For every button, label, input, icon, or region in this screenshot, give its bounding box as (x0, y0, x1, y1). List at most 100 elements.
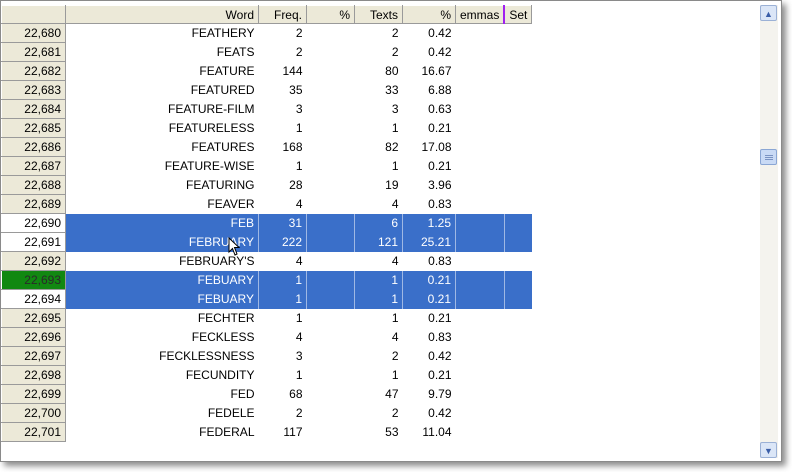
set-cell[interactable] (504, 347, 532, 366)
row-number-cell[interactable]: 22,697 (1, 346, 66, 366)
row-number-cell[interactable]: 22,701 (1, 422, 66, 442)
set-cell[interactable] (503, 289, 532, 309)
table-row[interactable]: 22,699 FED 68 47 9.79 (1, 384, 532, 404)
freq-cell[interactable]: 1 (258, 270, 307, 290)
freq-cell[interactable]: 35 (259, 81, 307, 100)
freq-cell[interactable]: 4 (259, 252, 307, 271)
texts-percent-cell[interactable]: 25.21 (402, 232, 456, 252)
table-row[interactable]: 22,692 FEBRUARY'S 4 4 0.83 (1, 251, 532, 271)
texts-percent-cell[interactable]: 3.96 (403, 176, 456, 195)
texts-percent-cell[interactable]: 0.21 (402, 289, 456, 309)
freq-cell[interactable]: 2 (259, 24, 307, 43)
texts-cell[interactable]: 1 (354, 270, 403, 290)
word-cell[interactable]: FEBUARY (65, 289, 259, 309)
texts-cell[interactable]: 1 (355, 366, 403, 385)
row-number-cell[interactable]: 22,695 (1, 308, 66, 328)
table-row[interactable]: 22,698 FECUNDITY 1 1 0.21 (1, 365, 532, 385)
row-number-cell[interactable]: 22,694 (1, 289, 66, 309)
freq-percent-cell[interactable] (307, 43, 355, 62)
word-cell[interactable]: FEATURE (66, 62, 259, 81)
table-row[interactable]: 22,694 FEBUARY 1 1 0.21 (1, 289, 532, 309)
set-cell[interactable] (504, 366, 532, 385)
word-cell[interactable]: FECKLESSNESS (66, 347, 259, 366)
scroll-thumb[interactable] (760, 149, 777, 165)
row-number-cell[interactable]: 22,698 (1, 365, 66, 385)
lemmas-cell[interactable] (456, 62, 505, 81)
word-cell[interactable]: FECKLESS (66, 328, 259, 347)
texts-percent-cell[interactable]: 6.88 (403, 81, 456, 100)
row-number-header[interactable] (1, 5, 66, 24)
table-row[interactable]: 22,687 FEATURE-WISE 1 1 0.21 (1, 156, 532, 176)
freq-cell[interactable]: 222 (258, 232, 307, 252)
texts-percent-cell[interactable]: 0.42 (403, 404, 456, 423)
table-row[interactable]: 22,689 FEAVER 4 4 0.83 (1, 194, 532, 214)
word-cell[interactable]: FECUNDITY (66, 366, 259, 385)
freq-percent-cell[interactable] (307, 24, 355, 43)
table-row[interactable]: 22,685 FEATURELESS 1 1 0.21 (1, 118, 532, 138)
lemmas-cell[interactable] (456, 81, 505, 100)
word-cell[interactable]: FEAVER (66, 195, 259, 214)
texts-percent-cell[interactable]: 16.67 (403, 62, 456, 81)
freq-percent-cell[interactable] (307, 138, 355, 157)
set-cell[interactable] (504, 195, 532, 214)
word-cell[interactable]: FECHTER (66, 309, 259, 328)
lemmas-cell[interactable] (456, 385, 505, 404)
word-cell[interactable]: FEATURELESS (66, 119, 259, 138)
row-number-cell[interactable]: 22,683 (1, 80, 66, 100)
texts-cell[interactable]: 2 (355, 43, 403, 62)
freq-cell[interactable]: 3 (259, 347, 307, 366)
freq-percent-cell[interactable] (307, 195, 355, 214)
table-row[interactable]: 22,686 FEATURES 168 82 17.08 (1, 137, 532, 157)
freq-percent-cell[interactable] (306, 213, 355, 233)
freq-cell[interactable]: 4 (259, 195, 307, 214)
word-cell[interactable]: FED (66, 385, 259, 404)
table-row[interactable]: 22,684 FEATURE-FILM 3 3 0.63 (1, 99, 532, 119)
lemmas-cell[interactable] (456, 309, 505, 328)
freq-cell[interactable]: 31 (258, 213, 307, 233)
word-cell[interactable]: FEATURE-WISE (66, 157, 259, 176)
word-column-header[interactable]: Word (65, 5, 259, 24)
table-row[interactable]: 22,695 FECHTER 1 1 0.21 (1, 308, 532, 328)
texts-percent-cell[interactable]: 0.42 (403, 24, 456, 43)
freq-cell[interactable]: 28 (259, 176, 307, 195)
set-cell[interactable] (504, 43, 532, 62)
vertical-scrollbar[interactable]: ▲ ▼ (760, 5, 778, 458)
texts-cell[interactable]: 4 (355, 195, 403, 214)
texts-cell[interactable]: 1 (355, 119, 403, 138)
texts-percent-cell[interactable]: 0.21 (403, 366, 456, 385)
texts-column-header[interactable]: Texts (354, 5, 403, 24)
lemmas-cell[interactable] (455, 213, 505, 233)
lemmas-cell[interactable] (456, 176, 505, 195)
freq-percent-cell[interactable] (307, 119, 355, 138)
word-cell[interactable]: FEATURING (66, 176, 259, 195)
set-cell[interactable] (504, 157, 532, 176)
set-cell[interactable] (503, 232, 532, 252)
texts-cell[interactable]: 1 (354, 289, 403, 309)
table-row[interactable]: 22,683 FEATURED 35 33 6.88 (1, 80, 532, 100)
word-cell[interactable]: FEATURES (66, 138, 259, 157)
freq-percent-cell[interactable] (307, 423, 355, 442)
freq-cell[interactable]: 1 (259, 119, 307, 138)
freq-cell[interactable]: 3 (259, 100, 307, 119)
freq-cell[interactable]: 1 (259, 157, 307, 176)
freq-percent-cell[interactable] (307, 62, 355, 81)
row-number-cell[interactable]: 22,692 (1, 251, 66, 271)
row-number-cell[interactable]: 22,691 (1, 232, 66, 252)
freq-percent-cell[interactable] (307, 309, 355, 328)
word-cell[interactable]: FEATURE-FILM (66, 100, 259, 119)
table-row[interactable]: 22,688 FEATURING 28 19 3.96 (1, 175, 532, 195)
set-cell[interactable] (504, 252, 532, 271)
texts-cell[interactable]: 121 (354, 232, 403, 252)
word-cell[interactable]: FEATS (66, 43, 259, 62)
set-cell[interactable] (504, 404, 532, 423)
freq-cell[interactable]: 117 (259, 423, 307, 442)
row-number-cell[interactable]: 22,700 (1, 403, 66, 423)
scroll-down-icon[interactable]: ▼ (760, 442, 777, 458)
lemmas-column-header[interactable]: emmas (455, 5, 506, 24)
freq-percent-cell[interactable] (307, 100, 355, 119)
word-cell[interactable]: FEATHERY (66, 24, 259, 43)
row-number-cell[interactable]: 22,681 (1, 42, 66, 62)
freq-percent-cell[interactable] (307, 328, 355, 347)
freq-percent-cell[interactable] (307, 157, 355, 176)
row-number-cell[interactable]: 22,689 (1, 194, 66, 214)
